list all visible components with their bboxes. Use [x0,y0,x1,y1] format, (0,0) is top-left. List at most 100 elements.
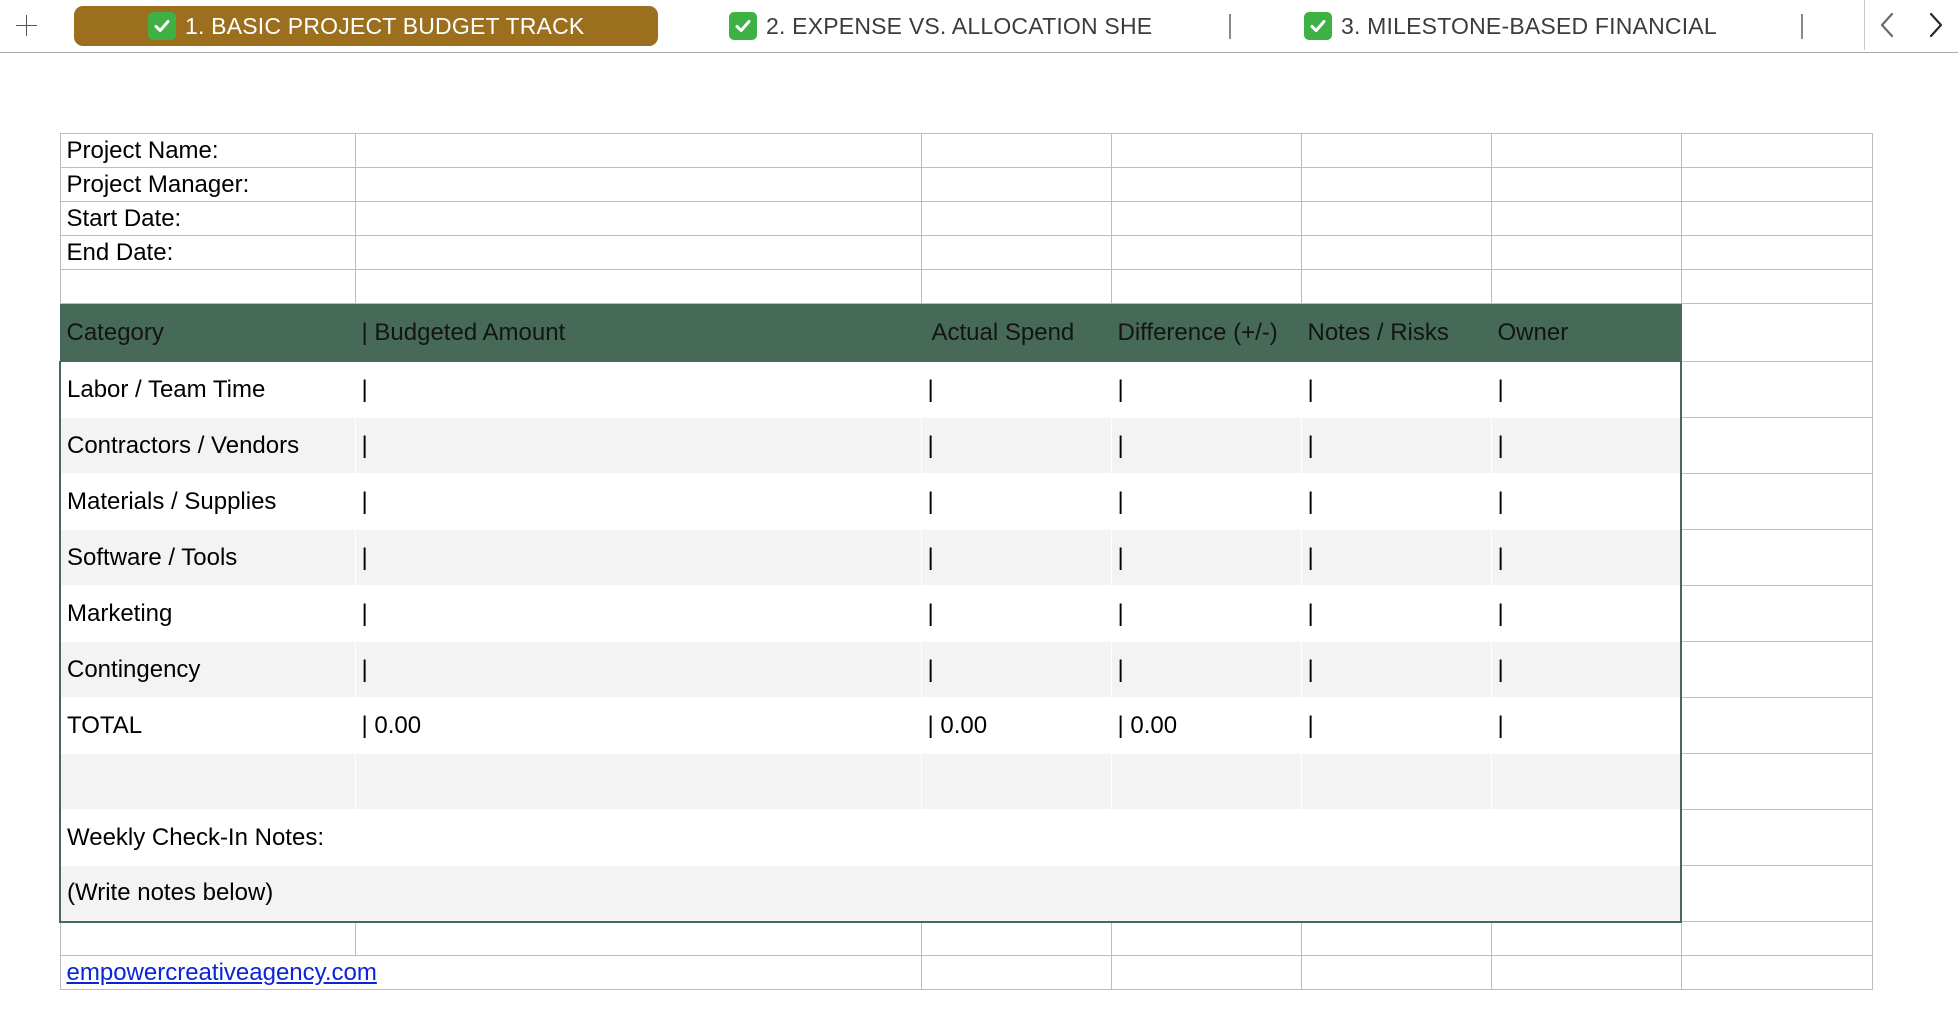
table-cell[interactable]: | [1111,530,1301,586]
table-cell[interactable]: | [921,362,1111,418]
table-cell[interactable]: | [921,418,1111,474]
table-cell[interactable]: | 0.00 [355,698,921,754]
grid-cell[interactable] [1300,235,1492,270]
table-cell[interactable]: | [1491,473,1682,530]
grid-cell[interactable] [1680,697,1873,754]
table-cell[interactable]: | [921,586,1111,642]
table-cell[interactable]: | [1491,529,1682,586]
grid-cell[interactable] [1490,167,1682,202]
table-cell[interactable]: | [1301,474,1491,530]
table-cell[interactable]: | [1111,418,1301,474]
table-cell[interactable]: | [921,530,1111,586]
table-cell[interactable]: | 0.00 [1111,698,1301,754]
table-cell[interactable]: | [355,418,921,474]
grid-cell[interactable] [1680,753,1873,810]
grid-cell[interactable] [354,921,922,956]
table-cell[interactable]: | [1491,361,1682,418]
table-cell[interactable]: | [1301,586,1491,642]
grid-cell[interactable] [1490,269,1682,304]
grid-cell[interactable] [1110,133,1302,168]
grid-cell[interactable] [1680,473,1873,530]
start-date-cell[interactable] [354,201,922,236]
grid-cell[interactable] [1110,269,1302,304]
grid-cell[interactable] [1680,133,1873,168]
column-header-notes-risks[interactable]: Notes / Risks [1300,303,1492,362]
grid-cell[interactable] [1680,921,1873,956]
grid-cell[interactable] [1110,235,1302,270]
table-cell[interactable]: | [1301,698,1491,754]
column-header-actual-spend[interactable]: Actual Spend [920,303,1112,362]
tab-expense-vs-allocation[interactable]: 2. EXPENSE VS. ALLOCATION SHE [729,6,1152,46]
grid-cell[interactable] [1490,955,1682,990]
column-header-budgeted-amount[interactable]: | Budgeted Amount [354,303,922,362]
table-cell[interactable]: | [355,586,921,642]
table-cell[interactable]: | [1111,642,1301,698]
table-cell[interactable]: | [355,474,921,530]
grid-cell[interactable] [354,269,922,304]
grid-cell[interactable] [1680,641,1873,698]
table-cell[interactable]: | [1491,417,1682,474]
grid-cell[interactable] [920,269,1112,304]
grid-cell[interactable] [1680,201,1873,236]
grid-cell[interactable] [920,921,1112,956]
table-cell[interactable]: | [1301,642,1491,698]
grid-cell[interactable] [1680,235,1873,270]
table-cell[interactable]: | [921,474,1111,530]
grid-cell[interactable] [1490,201,1682,236]
table-cell[interactable]: | [355,362,921,418]
table-cell[interactable] [1301,754,1491,810]
grid-cell[interactable] [1680,303,1873,362]
table-cell[interactable]: | [1111,586,1301,642]
grid-cell[interactable] [1490,921,1682,956]
grid-cell[interactable] [1680,361,1873,418]
category-cell[interactable]: Software / Tools [59,529,355,586]
grid-cell[interactable] [1680,955,1873,990]
table-cell[interactable]: | [1491,697,1682,754]
grid-cell[interactable] [1680,585,1873,642]
grid-cell[interactable] [920,167,1112,202]
grid-cell[interactable] [920,235,1112,270]
scroll-tabs-right-button[interactable] [1918,8,1952,42]
table-cell[interactable]: | [1491,585,1682,642]
category-cell[interactable]: Labor / Team Time [59,361,355,418]
table-cell[interactable]: | [1111,474,1301,530]
table-cell[interactable]: | 0.00 [921,698,1111,754]
tab-basic-project-budget[interactable]: 1. BASIC PROJECT BUDGET TRACK [74,6,658,46]
grid-cell[interactable] [1300,167,1492,202]
table-cell[interactable] [1111,754,1301,810]
grid-cell[interactable] [1110,201,1302,236]
table-cell[interactable]: | [355,530,921,586]
grid-cell[interactable] [1680,809,1873,866]
table-cell[interactable] [355,754,921,810]
column-header-difference[interactable]: Difference (+/-) [1110,303,1302,362]
table-cell[interactable] [921,754,1111,810]
grid-cell[interactable] [1490,133,1682,168]
grid-cell[interactable] [1490,235,1682,270]
scroll-tabs-left-button[interactable] [1871,8,1905,42]
table-cell[interactable]: | [1301,418,1491,474]
grid-cell[interactable] [1680,167,1873,202]
table-cell[interactable]: | [1301,530,1491,586]
grid-cell[interactable] [1110,921,1302,956]
grid-cell[interactable] [1300,955,1492,990]
grid-cell[interactable] [1300,921,1492,956]
website-link[interactable]: empowercreativeagency.com [67,959,377,986]
category-cell[interactable]: Contractors / Vendors [59,417,355,474]
tab-milestone-based-financial[interactable]: 3. MILESTONE-BASED FINANCIAL [1304,6,1717,46]
project-manager-cell[interactable] [354,167,922,202]
grid-cell[interactable] [59,921,356,956]
grid-cell[interactable] [1680,865,1873,922]
add-sheet-button[interactable] [8,6,44,44]
grid-cell[interactable] [1110,167,1302,202]
table-cell[interactable]: | [1111,362,1301,418]
table-cell[interactable]: | [1301,362,1491,418]
grid-cell[interactable] [920,201,1112,236]
grid-cell[interactable] [1680,417,1873,474]
category-cell[interactable]: TOTAL [59,697,355,754]
grid-cell[interactable] [1680,529,1873,586]
grid-cell[interactable] [1300,133,1492,168]
project-name-cell[interactable] [354,133,922,168]
grid-cell[interactable] [920,955,1112,990]
column-header-category[interactable]: Category [59,303,356,362]
table-cell[interactable]: | [921,642,1111,698]
